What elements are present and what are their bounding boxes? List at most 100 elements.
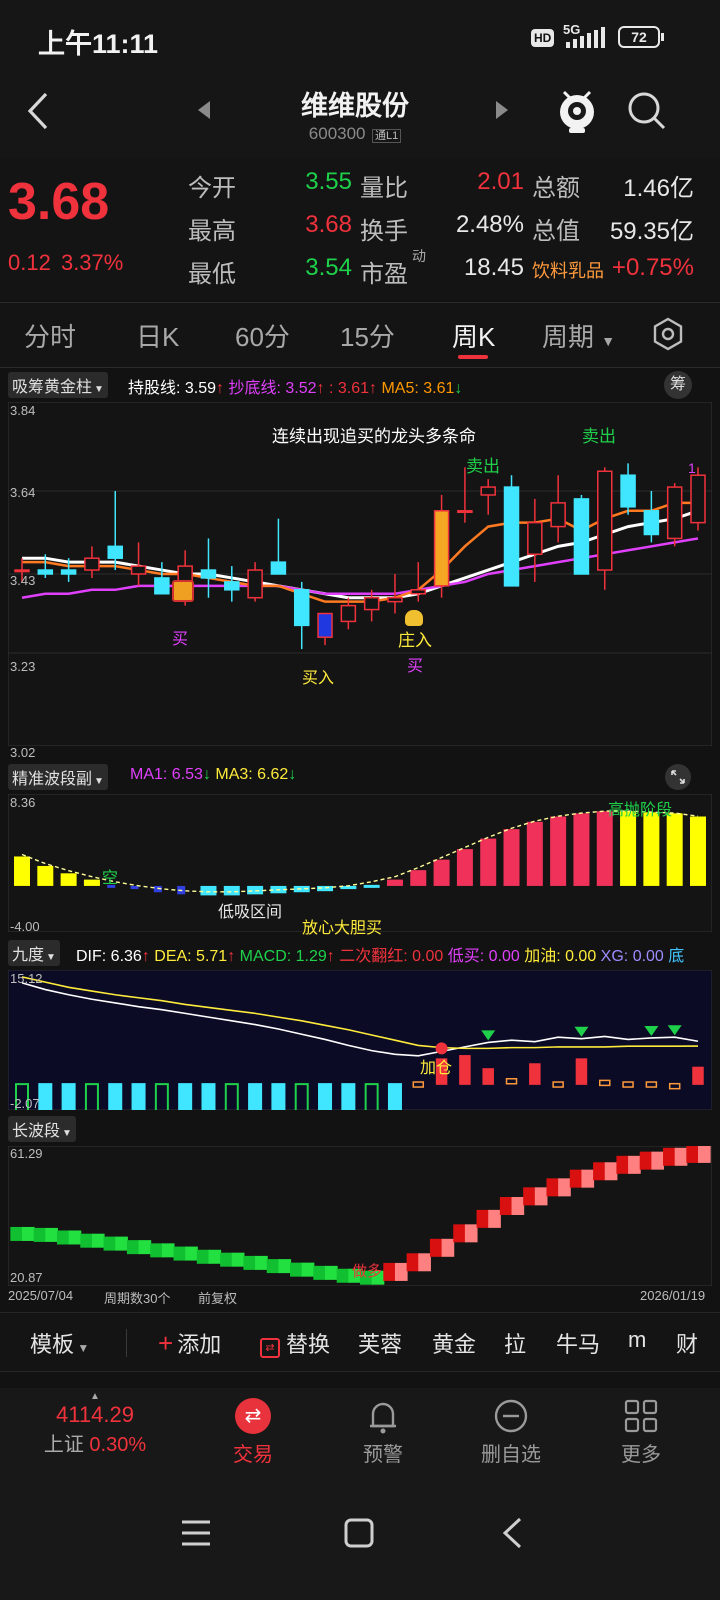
tab-period-dropdown[interactable]: 周期 ▼ [542, 317, 615, 354]
sub1-indicator-select[interactable]: 精准波段副 ▼ [8, 764, 108, 790]
indicator-cai[interactable]: 财 [676, 1327, 698, 1359]
tab-intraday[interactable]: 分时 [24, 317, 76, 354]
band-bar [573, 813, 590, 886]
sub3-indicator-select[interactable]: 长波段 ▼ [8, 1116, 76, 1142]
quote-label: 最高 [188, 218, 236, 245]
candle-body [224, 581, 240, 591]
menu-icon[interactable] [180, 1518, 212, 1548]
candle-body [620, 474, 636, 508]
indicator-toolbar: 模板 ▼ + 添加 ⇄ 替换 芙蓉 黄金 拉 牛马 m 财 [0, 1312, 720, 1372]
band-indicator-chart[interactable] [8, 794, 712, 932]
template-dropdown[interactable]: 模板 ▼ [30, 1327, 89, 1359]
back-arrow-icon[interactable] [22, 90, 54, 132]
home-icon[interactable] [344, 1518, 374, 1548]
sub1-axis-label: -4.00 [10, 919, 40, 934]
replace-indicator-button[interactable]: ⇄ 替换 [260, 1327, 330, 1359]
candle-body [37, 569, 54, 575]
prev-stock-icon[interactable] [196, 100, 212, 120]
wave-segment [68, 1230, 82, 1245]
indicator-value: : 3.61 [324, 380, 370, 397]
sub2-indicator-select[interactable]: 九度 ▼ [8, 940, 60, 966]
system-nav-bar [0, 1484, 720, 1600]
wave-segment [604, 1162, 618, 1181]
quote-label: 市盈 [360, 261, 408, 288]
wave-segment [150, 1243, 163, 1258]
add-indicator-button[interactable]: + 添加 [158, 1327, 221, 1359]
indicator-value: ↑ [216, 380, 225, 397]
quote-value: +0.75% [611, 254, 694, 281]
chip-distribution-button[interactable]: 筹 [664, 371, 692, 399]
wave-segment [511, 1197, 525, 1216]
remove-watchlist-button[interactable]: 删自选 [466, 1398, 556, 1467]
indicator-value: ↑ [369, 380, 378, 397]
quote-value: 1.46亿 [623, 175, 694, 202]
wave-segment [185, 1246, 198, 1261]
macd-bar [341, 1083, 356, 1110]
wave-segment [266, 1259, 280, 1274]
alert-button[interactable]: 预警 [338, 1398, 428, 1467]
main-axis-label: 3.43 [10, 573, 36, 588]
robot-assistant-icon[interactable] [554, 86, 600, 136]
next-stock-icon[interactable] [494, 100, 510, 120]
indicator-value: XG: 0.00 [596, 948, 664, 965]
quote-value: 3.55 [305, 168, 352, 195]
wave-segment [103, 1236, 117, 1251]
band-bar [596, 811, 613, 886]
candle-body [573, 498, 590, 575]
expand-icon[interactable] [664, 763, 692, 791]
tab-period-label: 周期 [542, 322, 595, 352]
replace-label: 替换 [286, 1332, 331, 1357]
end-date: 2026/01/19 [640, 1288, 706, 1303]
macd-chart[interactable] [8, 970, 712, 1110]
back-icon[interactable] [500, 1516, 524, 1550]
band-bar [223, 885, 240, 896]
settings-hexagon-icon[interactable] [652, 317, 684, 351]
quote-panel: 3.68 0.12 3.37% 今开 3.55 量比 2.01 总额 1.46亿 最高 3.6… [0, 158, 720, 300]
main-axis-label: 3.64 [10, 485, 36, 500]
candle-body [690, 474, 706, 524]
indicator-value: 低买: 0.00 [443, 948, 520, 965]
candle-body [643, 510, 660, 536]
stock-code: 600300 [308, 124, 366, 143]
band-bar [643, 812, 660, 886]
search-icon[interactable] [626, 90, 668, 132]
period-tabs: 分时 日K 60分 15分 周K 周期 ▼ [0, 302, 720, 368]
trade-button[interactable]: ⇄ 交易 [208, 1398, 298, 1467]
candle-body [457, 510, 473, 514]
sub3-axis-label: 20.87 [10, 1270, 43, 1285]
candle-body [200, 569, 217, 579]
tab-60min[interactable]: 60分 [235, 317, 290, 354]
more-button[interactable]: 更多 [596, 1398, 686, 1467]
adjust-mode[interactable]: 前复权 [198, 1288, 237, 1307]
wave-segment [698, 1146, 711, 1163]
wave-segment [651, 1151, 665, 1170]
wave-segment [453, 1224, 466, 1243]
indicator-m[interactable]: m [628, 1327, 646, 1353]
wave-segment [663, 1147, 676, 1166]
band-bar [433, 859, 450, 886]
quote-value: 2.01 [477, 168, 524, 195]
indicator-gold[interactable]: 黄金 [432, 1327, 476, 1359]
chip-distribution-label: 筹 [669, 376, 686, 393]
indicator-value: ↑ [227, 948, 236, 965]
buy-marker [435, 1042, 448, 1055]
sell-signal: 卖出 [582, 427, 616, 446]
band-bar [14, 856, 30, 886]
index-ticker[interactable]: ▲ 4114.29 上证 0.30% [30, 1392, 160, 1457]
chevron-down-icon: ▼ [74, 1341, 90, 1355]
tab-daily[interactable]: 日K [136, 317, 179, 354]
buy-signal: 买 [407, 658, 424, 675]
sub3-indicator-bar: 长波段 ▼ [8, 1116, 76, 1142]
indicator-furong[interactable]: 芙蓉 [358, 1327, 402, 1359]
buy-in-signal: 买入 [302, 670, 335, 687]
tab-15min[interactable]: 15分 [340, 317, 395, 354]
band-bar [503, 829, 520, 886]
candlestick-chart[interactable] [8, 402, 712, 746]
candle-body [270, 561, 287, 575]
wave-segment [278, 1259, 292, 1274]
indicator-la[interactable]: 拉 [504, 1327, 526, 1359]
quote-value: 2.48% [455, 211, 524, 238]
indicator-niuma[interactable]: 牛马 [556, 1327, 600, 1359]
tab-weekly[interactable]: 周K [452, 317, 495, 354]
main-indicator-select[interactable]: 吸筹黄金柱 ▼ [8, 372, 108, 398]
